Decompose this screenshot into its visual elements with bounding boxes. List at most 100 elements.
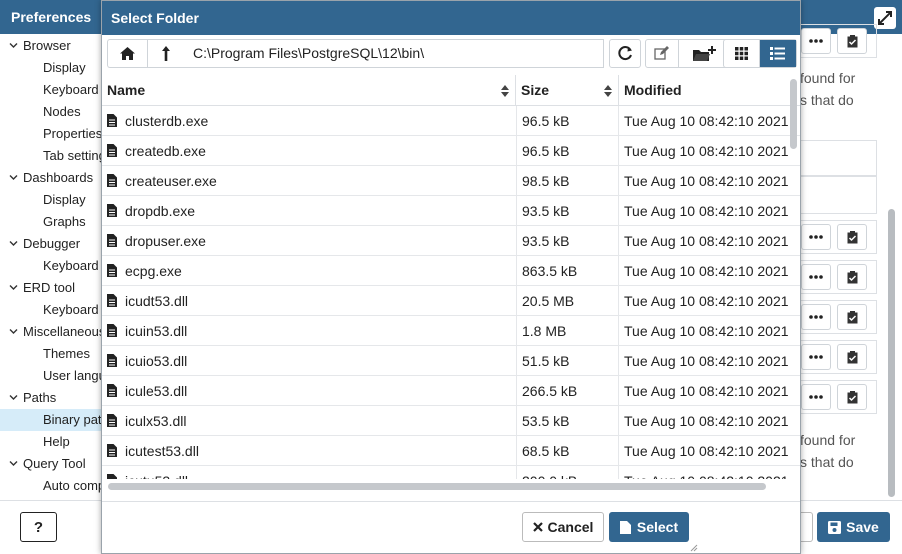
table-row[interactable]: createdb.exe 96.5 kB Tue Aug 10 08:42:10 2… [102, 136, 800, 166]
file-size-cell: 863.5 kB [516, 256, 618, 286]
tree-item-label: Paths [23, 390, 57, 405]
help-button[interactable]: ? [20, 512, 57, 542]
tree-item[interactable]: Keyboard shortcuts [0, 299, 105, 321]
table-row[interactable]: icuin53.dll 1.8 MB Tue Aug 10 08:42:10 202… [102, 316, 800, 346]
path-help-text-2a: found for [800, 432, 856, 448]
ellipsis-button[interactable] [801, 28, 831, 54]
file-name-cell: dropuser.exe [107, 226, 515, 256]
parent-folder-button[interactable] [148, 40, 184, 67]
tree-group[interactable]: Dashboards [0, 167, 105, 189]
table-row[interactable]: iculx53.dll 53.5 kB Tue Aug 10 08:42:10 20… [102, 406, 800, 436]
tree-item[interactable]: User language [0, 365, 105, 387]
dialog-header[interactable]: Select Folder [102, 1, 800, 35]
column-header-name[interactable]: Name [102, 75, 516, 106]
save-label: Save [846, 519, 879, 535]
table-row[interactable]: icule53.dll 266.5 kB Tue Aug 10 08:42:10 2… [102, 376, 800, 406]
tree-group[interactable]: Browser [0, 35, 105, 57]
column-header-modified[interactable]: Modified [619, 75, 800, 106]
preferences-scrollbar-thumb[interactable] [888, 209, 895, 497]
list-view-button[interactable] [759, 40, 796, 67]
tree-item[interactable]: Display [0, 57, 105, 79]
validate-button[interactable] [837, 344, 867, 370]
chevron-down-icon[interactable] [9, 35, 18, 57]
level-up-icon [162, 46, 170, 61]
table-row[interactable]: icudt53.dll 20.5 MB Tue Aug 10 08:42:10 20… [102, 286, 800, 316]
file-size-cell: 93.5 kB [516, 226, 618, 256]
validate-button[interactable] [837, 28, 867, 54]
ellipsis-button[interactable] [801, 264, 831, 290]
file-list-horizontal-scrollbar-thumb[interactable] [108, 483, 766, 490]
dialog-select-button[interactable]: Select [609, 512, 689, 542]
table-row[interactable]: clusterdb.exe 96.5 kB Tue Aug 10 08:42:10 … [102, 106, 800, 136]
tree-item[interactable]: Properties [0, 123, 105, 145]
tree-item[interactable]: Binary paths [0, 409, 105, 431]
home-button[interactable] [108, 40, 148, 67]
tree-group[interactable]: Miscellaneous [0, 321, 105, 343]
tree-item-label: Browser [23, 38, 71, 53]
ellipsis-button[interactable] [801, 224, 831, 250]
validate-button[interactable] [837, 304, 867, 330]
tree-item[interactable]: Help [0, 431, 105, 453]
file-modified-cell: Tue Aug 10 08:42:10 2021 [618, 286, 800, 316]
tree-item[interactable]: Keyboard shortcuts [0, 79, 105, 101]
tree-group[interactable]: Debugger [0, 233, 105, 255]
clipboard-check-icon [847, 270, 857, 283]
file-icon [107, 354, 117, 367]
file-name: ecpg.exe [125, 263, 182, 279]
chevron-down-icon[interactable] [9, 277, 18, 299]
tree-item[interactable]: Display [0, 189, 105, 211]
tree-group[interactable]: Query Tool [0, 453, 105, 475]
tree-group[interactable]: Paths [0, 387, 105, 409]
tree-item[interactable]: Graphs [0, 211, 105, 233]
table-row[interactable]: icutest53.dll 68.5 kB Tue Aug 10 08:42:10 … [102, 436, 800, 466]
column-modified-label: Modified [624, 82, 682, 98]
save-button[interactable]: Save [817, 512, 890, 542]
validate-button[interactable] [837, 384, 867, 410]
grid-icon [734, 47, 748, 60]
table-row[interactable]: createuser.exe 98.5 kB Tue Aug 10 08:42:10… [102, 166, 800, 196]
file-icon [107, 324, 117, 337]
tree-item-label: Keyboard shortcuts [43, 258, 105, 273]
column-size-label: Size [521, 82, 550, 98]
rename-button[interactable] [646, 40, 679, 67]
maximize-button[interactable] [874, 7, 896, 29]
ellipsis-button[interactable] [801, 384, 831, 410]
tree-item[interactable]: Tab settings [0, 145, 105, 167]
home-icon [120, 47, 135, 60]
path-input[interactable]: C:\Program Files\PostgreSQL\12\bin\ [183, 39, 604, 68]
chevron-down-icon[interactable] [9, 233, 18, 255]
ellipsis-button[interactable] [801, 344, 831, 370]
chevron-down-icon[interactable] [9, 167, 18, 189]
column-header-size[interactable]: Size [516, 75, 619, 106]
tree-item[interactable]: Themes [0, 343, 105, 365]
tree-item[interactable]: Keyboard shortcuts [0, 255, 105, 277]
tree-item[interactable]: Nodes [0, 101, 105, 123]
tree-item-label: ERD tool [23, 280, 76, 295]
chevron-down-icon[interactable] [9, 321, 18, 343]
table-row[interactable]: ecpg.exe 863.5 kB Tue Aug 10 08:42:10 2021 [102, 256, 800, 286]
table-row[interactable]: dropuser.exe 93.5 kB Tue Aug 10 08:42:10 2… [102, 226, 800, 256]
ellipsis-button[interactable] [801, 304, 831, 330]
refresh-button[interactable] [610, 40, 640, 67]
tree-item-label: Query Tool [23, 456, 86, 471]
file-icon [107, 234, 117, 247]
file-name: createdb.exe [125, 143, 206, 159]
tree-group[interactable]: ERD tool [0, 277, 105, 299]
tree-item[interactable]: Auto completion [0, 475, 105, 497]
file-list-vertical-scrollbar-thumb[interactable] [790, 79, 797, 149]
validate-button[interactable] [837, 224, 867, 250]
resize-grip-icon[interactable] [690, 544, 698, 552]
refresh-group [609, 39, 641, 68]
tree-item-label: Display [43, 60, 86, 75]
sort-icon [501, 85, 509, 97]
list-icon [770, 47, 786, 60]
validate-button[interactable] [837, 264, 867, 290]
table-row[interactable]: dropdb.exe 93.5 kB Tue Aug 10 08:42:10 202… [102, 196, 800, 226]
ellipsis-icon [809, 235, 823, 239]
grid-view-button[interactable] [724, 40, 760, 67]
chevron-down-icon[interactable] [9, 387, 18, 409]
dialog-cancel-button[interactable]: Cancel [522, 512, 604, 542]
table-row[interactable]: icutu53.dll 200.0 kBTue Aug 10 08:42:10 2… [102, 466, 800, 479]
table-row[interactable]: icuio53.dll 51.5 kB Tue Aug 10 08:42:10 20… [102, 346, 800, 376]
chevron-down-icon[interactable] [9, 453, 18, 475]
